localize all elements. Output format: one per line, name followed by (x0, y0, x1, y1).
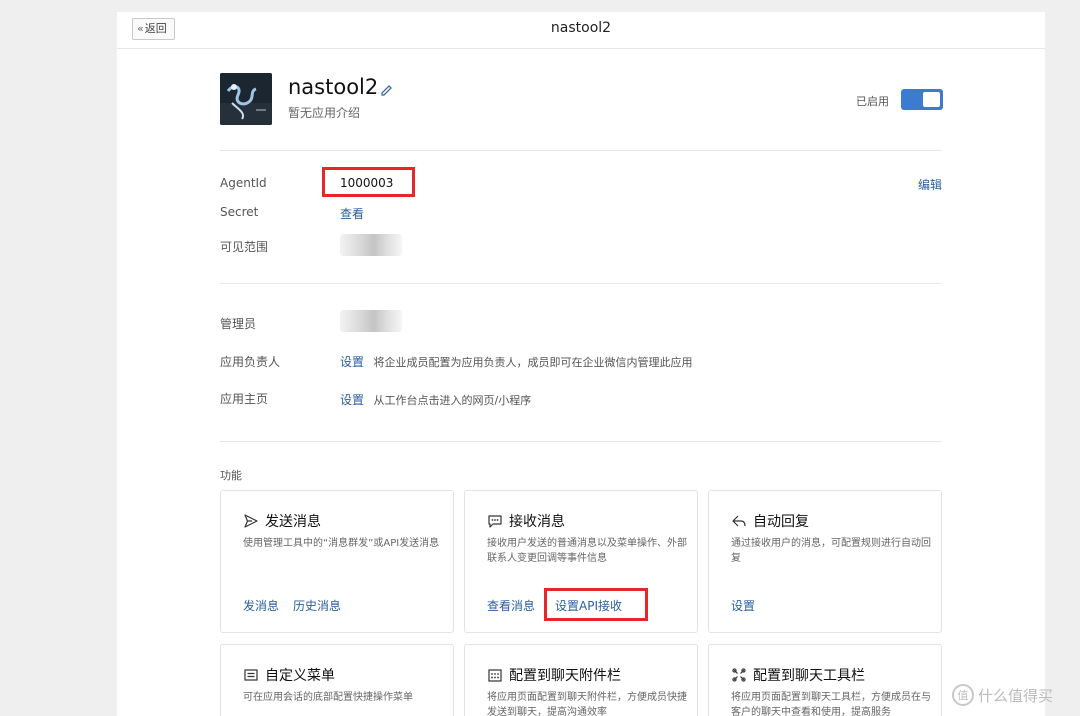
app-detail-panel: «返回 nastool2 nastool2 暂无应用介绍 已启用 AgentId… (117, 12, 1045, 716)
watermark: 值 什么值得买 (952, 684, 1053, 706)
auto-reply-settings-link[interactable]: 设置 (731, 599, 755, 613)
send-message-link[interactable]: 发消息 (243, 599, 279, 613)
homepage-row: 设置 从工作台点击进入的网页/小程序 (340, 391, 531, 408)
features-section-label: 功能 (220, 469, 242, 482)
owner-row: 设置 将企业成员配置为应用负责人，成员即可在企业微信内管理此应用 (340, 353, 693, 370)
app-name: nastool2 (288, 75, 379, 99)
card-title: 配置到聊天工具栏 (753, 668, 865, 684)
owner-set-link[interactable]: 设置 (340, 355, 364, 369)
feature-card-chat-attachment: 配置到聊天附件栏 将应用页面配置到聊天附件栏，方便成员快捷发送到聊天，提高沟通效… (464, 644, 698, 716)
card-description: 将应用页面配置到聊天工具栏，方便成员在与客户的聊天中查看和使用，提高服务 (731, 692, 931, 716)
feature-card-auto-reply: 自动回复 通过接收用户的消息，可配置规则进行自动回复 设置 (708, 490, 942, 633)
card-title: 自定义菜单 (265, 668, 335, 684)
homepage-set-link[interactable]: 设置 (340, 393, 364, 407)
card-description: 可在应用会话的底部配置快捷操作菜单 (243, 692, 413, 703)
card-title: 发送消息 (265, 514, 321, 530)
visible-range-member (340, 234, 402, 256)
card-title: 自动回复 (753, 514, 809, 530)
secret-label: Secret (220, 205, 259, 219)
card-title: 配置到聊天附件栏 (509, 668, 621, 684)
message-history-link[interactable]: 历史消息 (293, 599, 341, 613)
pencil-icon[interactable] (379, 81, 395, 97)
view-messages-link[interactable]: 查看消息 (487, 599, 535, 613)
edit-link[interactable]: 编辑 (918, 176, 942, 193)
card-title: 接收消息 (509, 514, 565, 530)
card-description: 将应用页面配置到聊天附件栏，方便成员快捷发送到聊天，提高沟通效率 (487, 692, 687, 716)
chat-icon (488, 515, 502, 528)
divider (220, 441, 942, 442)
card-description: 接收用户发送的普通消息以及菜单操作、外部联系人变更回调等事件信息 (487, 538, 687, 564)
app-logo (220, 73, 272, 125)
feature-card-send-message: 发送消息 使用管理工具中的“消息群发”或API发送消息 发消息 历史消息 (220, 490, 454, 633)
owner-hint: 将企业成员配置为应用负责人，成员即可在企业微信内管理此应用 (373, 356, 693, 369)
homepage-hint: 从工作台点击进入的网页/小程序 (373, 394, 532, 407)
watermark-text: 什么值得买 (978, 686, 1054, 705)
attachment-icon (488, 669, 502, 682)
admin-member (340, 310, 402, 332)
feature-card-chat-toolbar: 配置到聊天工具栏 将应用页面配置到聊天工具栏，方便成员在与客户的聊天中查看和使用… (708, 644, 942, 716)
watermark-logo-icon: 值 (952, 684, 974, 706)
visible-range-label: 可见范围 (220, 240, 269, 254)
highlight-box-agentid (322, 167, 415, 197)
highlight-box-api-receive (544, 588, 648, 621)
card-description: 通过接收用户的消息，可配置规则进行自动回复 (731, 538, 931, 564)
divider (220, 283, 942, 284)
feature-card-custom-menu: 自定义菜单 可在应用会话的底部配置快捷操作菜单 (220, 644, 454, 716)
page-title: nastool2 (550, 20, 612, 36)
enable-toggle[interactable] (901, 89, 943, 110)
owner-label: 应用负责人 (220, 355, 281, 369)
divider (220, 150, 942, 151)
toolbar-icon (732, 668, 746, 682)
menu-icon (244, 669, 258, 681)
app-description: 暂无应用介绍 (288, 106, 361, 120)
status-label: 已启用 (856, 95, 889, 108)
toggle-knob (923, 92, 940, 107)
admin-label: 管理员 (220, 317, 257, 331)
top-bar: «返回 nastool2 (117, 12, 1045, 49)
reply-icon (732, 515, 746, 527)
send-icon (244, 514, 258, 528)
agentid-label: AgentId (220, 176, 267, 190)
secret-view-link[interactable]: 查看 (340, 205, 364, 222)
card-description: 使用管理工具中的“消息群发”或API发送消息 (243, 538, 440, 549)
homepage-label: 应用主页 (220, 392, 269, 406)
